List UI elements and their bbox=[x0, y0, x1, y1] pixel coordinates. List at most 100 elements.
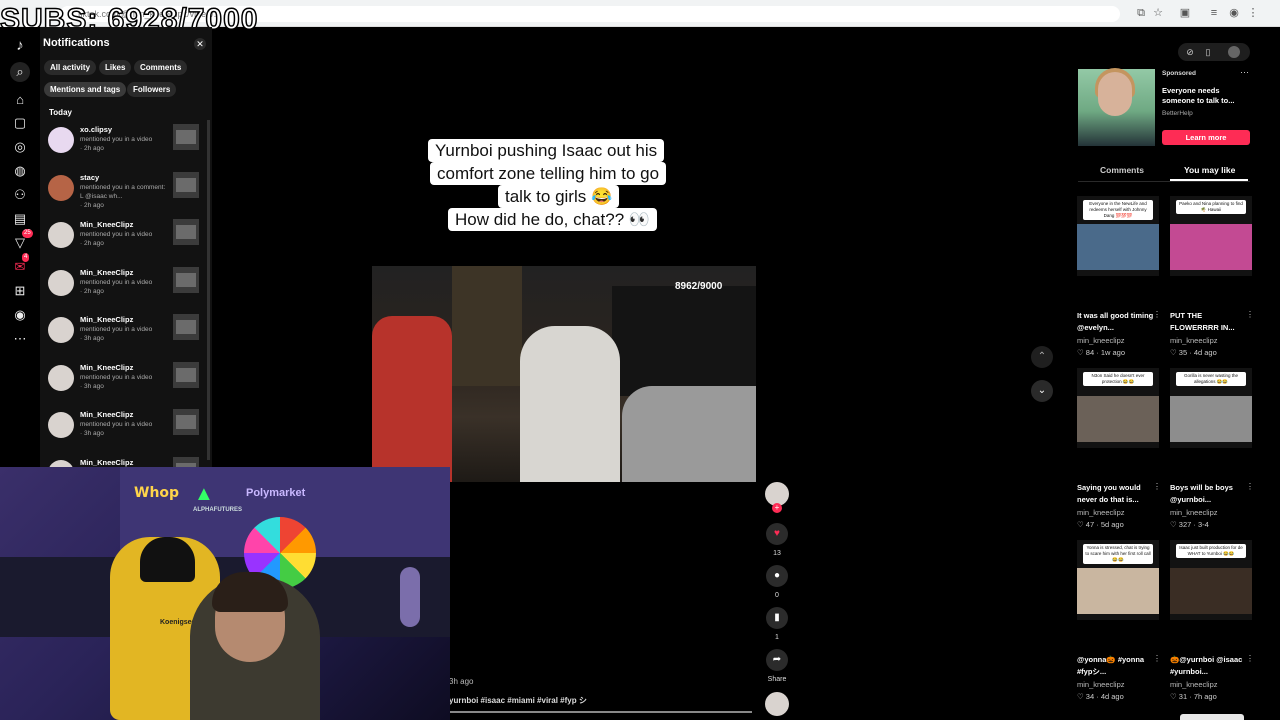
avatar bbox=[48, 270, 74, 296]
card-author[interactable]: min_kneeclipz bbox=[1170, 680, 1218, 689]
device-icon[interactable]: ▯ bbox=[1202, 46, 1214, 58]
profile-avatar-icon[interactable]: ◉ bbox=[10, 305, 30, 325]
notification-item[interactable]: stacy mentioned you in a comment: L @isa… bbox=[46, 172, 206, 216]
save-count: 1 bbox=[775, 634, 779, 641]
filter-mentions-and-tags[interactable]: Mentions and tags bbox=[44, 82, 127, 97]
share-icon[interactable]: ➦ bbox=[766, 649, 788, 671]
notifications-scrollbar[interactable] bbox=[207, 120, 210, 460]
avatar bbox=[48, 365, 74, 391]
card-meta: ♡ 84 · 1w ago bbox=[1077, 348, 1125, 357]
cast-icon[interactable]: ⧉ bbox=[1134, 6, 1148, 20]
card-more-icon[interactable]: ⋮ bbox=[1153, 654, 1161, 663]
friends-icon[interactable]: ⚇ bbox=[10, 185, 30, 205]
ad-person-face bbox=[1098, 72, 1132, 116]
card-more-icon[interactable]: ⋮ bbox=[1153, 310, 1161, 319]
card-thumbnail[interactable]: Paeko and Nina planning to find 🌴 Hawaii bbox=[1170, 196, 1252, 276]
card-title[interactable]: PUT THE FLOWERRRR IN... bbox=[1170, 310, 1252, 334]
notification-user: Min_KneeClipz bbox=[80, 410, 134, 419]
messages-icon[interactable]: ✉ 4 bbox=[10, 253, 30, 277]
video-person bbox=[520, 326, 620, 482]
card-title[interactable]: @yonna🎃 #yonna #fypシ... bbox=[1077, 654, 1159, 678]
notification-item[interactable]: Min_KneeClipz mentioned you in a video · … bbox=[46, 219, 206, 263]
page-scrollbar[interactable] bbox=[1180, 714, 1244, 720]
notification-text: mentioned you in a video · 2h ago bbox=[80, 279, 153, 295]
card-thumbnail[interactable]: Everyone in the NewLife and redeems hers… bbox=[1077, 196, 1159, 276]
card-thumbnail[interactable]: Isaac just built production for de WHAT … bbox=[1170, 540, 1252, 620]
card-more-icon[interactable]: ⋮ bbox=[1246, 654, 1254, 663]
card-author[interactable]: min_kneeclipz bbox=[1077, 508, 1125, 517]
card-more-icon[interactable]: ⋮ bbox=[1153, 482, 1161, 491]
like-heart-icon[interactable]: ♥ bbox=[766, 523, 788, 545]
card-thumbnail[interactable]: Yonna is stressed, chat is trying to sca… bbox=[1077, 540, 1159, 620]
next-video-chevron-down-icon[interactable]: ⌄ bbox=[1031, 380, 1053, 402]
settings-icon[interactable]: ⊘ bbox=[1184, 46, 1196, 58]
following-avatar-icon[interactable]: ◍ bbox=[10, 161, 30, 181]
card-thumbnail[interactable]: N3on Said he doesn't ever protection 😂😂 bbox=[1077, 368, 1159, 448]
close-icon[interactable]: ✕ bbox=[194, 38, 206, 50]
video-caption: Yurnboi pushing Isaac out his comfort zo… bbox=[428, 139, 701, 235]
downloads-icon[interactable]: ≡ bbox=[1207, 6, 1221, 20]
bookmark-star-icon[interactable]: ☆ bbox=[1151, 6, 1165, 20]
active-tab-indicator bbox=[1170, 179, 1248, 181]
tiktok-logo-icon[interactable]: ♪ bbox=[10, 36, 30, 56]
card-title[interactable]: Boys will be boys @yurnboi... bbox=[1170, 482, 1252, 506]
user-avatar-icon[interactable] bbox=[1228, 46, 1240, 58]
filter-comments[interactable]: Comments bbox=[134, 60, 188, 75]
video-player[interactable] bbox=[372, 266, 756, 482]
upload-icon[interactable]: ⊞ bbox=[10, 281, 30, 301]
home-icon[interactable]: ⌂ bbox=[10, 90, 30, 110]
tab-you-may-like[interactable]: You may like bbox=[1184, 165, 1235, 175]
avatar bbox=[48, 460, 74, 467]
card-more-icon[interactable]: ⋮ bbox=[1246, 482, 1254, 491]
card-meta: ♡ 34 · 4d ago bbox=[1077, 692, 1124, 701]
card-thumbnail-caption: Everyone in the NewLife and redeems hers… bbox=[1083, 200, 1153, 220]
menu-kebab-icon[interactable]: ⋮ bbox=[1246, 6, 1260, 20]
filter-followers[interactable]: Followers bbox=[127, 82, 177, 97]
music-disc-avatar[interactable] bbox=[765, 692, 789, 716]
card-author[interactable]: min_kneeclipz bbox=[1077, 680, 1125, 689]
avatar bbox=[48, 317, 74, 343]
notification-item[interactable]: xo.clipsy mentioned you in a video · 2h a… bbox=[46, 124, 206, 168]
extensions-icon[interactable]: ▣ bbox=[1178, 6, 1192, 20]
filter-all-activity[interactable]: All activity bbox=[44, 60, 97, 75]
activity-icon[interactable]: ▽ 25 bbox=[10, 229, 33, 253]
card-author[interactable]: min_kneeclipz bbox=[1170, 508, 1218, 517]
tab-comments[interactable]: Comments bbox=[1100, 165, 1144, 175]
notification-text: mentioned you in a video · 2h ago bbox=[80, 231, 153, 247]
explore-icon[interactable]: ◎ bbox=[10, 137, 30, 157]
live-icon[interactable]: ▤ bbox=[10, 209, 30, 229]
notification-item[interactable]: Min_KneeClipz mentioned you in a video · … bbox=[46, 267, 206, 311]
card-author[interactable]: min_kneeclipz bbox=[1170, 336, 1218, 345]
card-title[interactable]: Saying you would never do that is... bbox=[1077, 482, 1159, 506]
previous-video-chevron-up-icon[interactable]: ⌃ bbox=[1031, 346, 1053, 368]
notification-item[interactable]: Min_KneeClipz mentioned you in a video · … bbox=[46, 314, 206, 358]
streamer-webcam: Koenigsegg Whop ▲ Polymarket ALPHAFUTURE… bbox=[0, 467, 450, 720]
card-meta: ♡ 47 · 5d ago bbox=[1077, 520, 1124, 529]
avatar bbox=[48, 175, 74, 201]
profile-icon[interactable]: ◉ bbox=[1227, 6, 1241, 20]
notification-text: mentioned you in a comment: L @isaac wh.… bbox=[80, 184, 166, 209]
notification-user: xo.clipsy bbox=[80, 125, 113, 134]
card-title[interactable]: It was all good timing @evelyn... bbox=[1077, 310, 1159, 334]
notification-item[interactable]: Min_KneeClipz mentioned you in a video · … bbox=[46, 409, 206, 453]
card-author[interactable]: min_kneeclipz bbox=[1077, 336, 1125, 345]
card-meta: ♡ 31 · 7h ago bbox=[1170, 692, 1217, 701]
shop-icon[interactable]: ▢ bbox=[10, 113, 30, 133]
more-icon[interactable]: ⋯ bbox=[10, 329, 30, 349]
card-thumbnail[interactable]: Gorilla is never wasting the allegations… bbox=[1170, 368, 1252, 448]
notification-item[interactable]: Min_KneeClipz mentioned you in a video · … bbox=[46, 362, 206, 406]
learn-more-button[interactable]: Learn more bbox=[1162, 130, 1250, 145]
hashtags[interactable]: yurnboi #isaac #miami #viral #fyp シ bbox=[449, 695, 587, 706]
card-more-icon[interactable]: ⋮ bbox=[1246, 310, 1254, 319]
bookmark-icon[interactable]: ▮ bbox=[766, 607, 788, 629]
ad-more-icon[interactable]: ⋯ bbox=[1240, 67, 1249, 78]
avatar bbox=[48, 222, 74, 248]
notification-text: mentioned you in a video · 3h ago bbox=[80, 421, 153, 437]
notification-item[interactable]: Min_KneeClipz bbox=[46, 457, 206, 467]
filter-likes[interactable]: Likes bbox=[99, 60, 132, 75]
comment-icon[interactable]: ● bbox=[766, 565, 788, 587]
search-icon[interactable]: ⌕ bbox=[10, 62, 30, 82]
card-title[interactable]: 🎃@yurnboi @isaac #yurnboi... bbox=[1170, 654, 1252, 678]
video-progress-bar[interactable] bbox=[449, 711, 752, 713]
follow-plus-icon[interactable]: + bbox=[772, 503, 782, 513]
